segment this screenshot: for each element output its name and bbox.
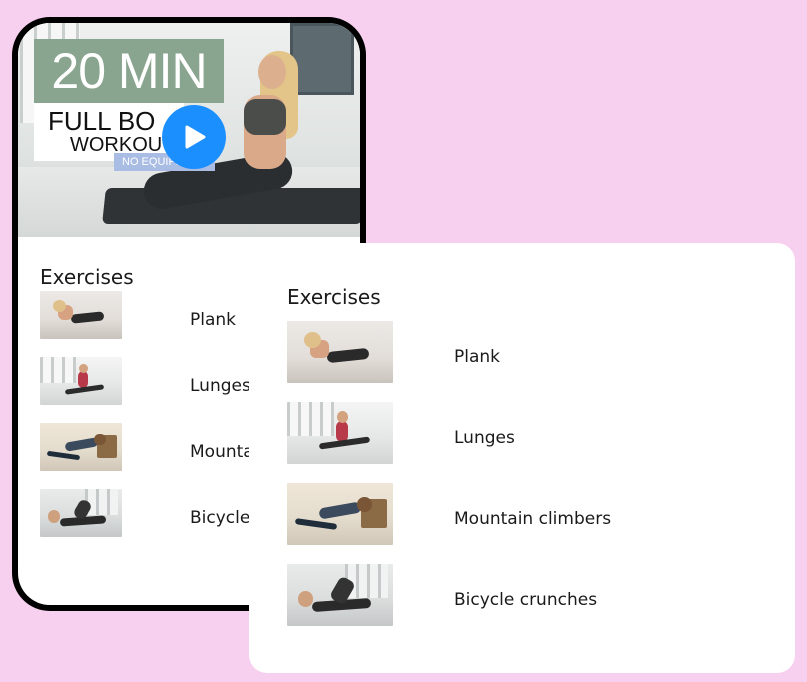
exercises-heading: Exercises	[40, 265, 134, 289]
play-button[interactable]	[162, 105, 226, 169]
video-title-line1: FULL BO	[48, 106, 156, 136]
exercise-thumbnail[interactable]	[40, 423, 122, 471]
exercise-thumbnail[interactable]	[40, 357, 122, 405]
thumbnail-figure-part	[78, 363, 88, 374]
exercise-label: Bicycle crunches	[454, 590, 598, 610]
exercise-thumbnail[interactable]	[40, 291, 122, 339]
thumbnail-figure-part	[287, 402, 334, 437]
card-exercise-list: Plank Lunges Mountain climbers Bicycle crun…	[287, 321, 787, 645]
video-bg-window-right	[290, 23, 354, 95]
card-exercise-item[interactable]: Bicycle crunches	[287, 564, 787, 645]
thumbnail-figure-part	[335, 420, 349, 442]
thumbnail-figure-part	[40, 357, 77, 384]
exercise-thumbnail[interactable]	[287, 321, 393, 383]
thumbnail-figure-part	[85, 489, 118, 516]
exercise-label: Lunges	[190, 376, 251, 396]
card-exercise-item[interactable]: Lunges	[287, 402, 787, 483]
thumbnail-figure-part	[356, 496, 372, 512]
play-icon	[185, 125, 206, 149]
thumbnail-figure-part	[48, 510, 61, 523]
card-exercise-item[interactable]: Plank	[287, 321, 787, 402]
exercise-label: Mountain climbers	[454, 509, 612, 529]
exercise-thumbnail[interactable]	[287, 483, 393, 545]
card-exercise-item[interactable]: Mountain climbers	[287, 483, 787, 564]
exercise-thumbnail[interactable]	[287, 564, 393, 626]
exercise-thumbnail[interactable]	[40, 489, 122, 537]
thumbnail-figure-part	[94, 433, 106, 446]
video-duration-banner: 20 MIN	[34, 39, 224, 103]
thumbnail-figure-part	[77, 371, 88, 388]
instructor-head	[258, 55, 286, 89]
exercises-card-heading: Exercises	[287, 285, 381, 309]
exercise-label: Plank	[454, 347, 501, 367]
workout-video-thumbnail[interactable]: 20 MIN FULL BO WORKOU NO EQUIPMENT	[18, 23, 360, 237]
exercises-card: Exercises Plank Lunges Mountain climbers Bi…	[249, 243, 795, 673]
exercise-label: Plank	[190, 310, 237, 330]
instructor-top	[244, 99, 286, 135]
exercise-thumbnail[interactable]	[287, 402, 393, 464]
exercise-label: Lunges	[454, 428, 515, 448]
